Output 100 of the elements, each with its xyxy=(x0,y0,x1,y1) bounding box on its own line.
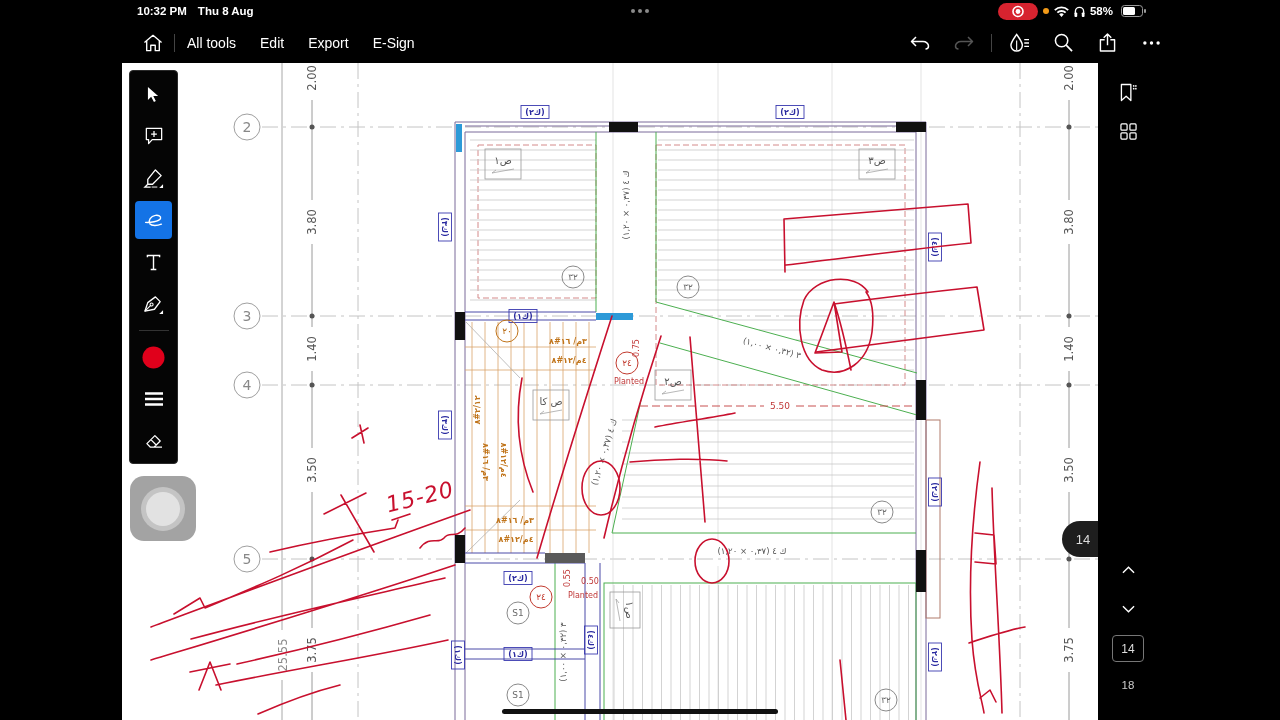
beam-label: (ك١) xyxy=(503,647,533,661)
home-icon xyxy=(143,33,163,52)
dimension-label: 1.40 xyxy=(305,336,319,362)
grid-bubble: 3 xyxy=(233,302,261,330)
eraser-icon xyxy=(144,433,163,449)
multitasking-dots-icon[interactable] xyxy=(631,9,649,13)
slab-label: ص٢ xyxy=(654,369,692,401)
dimension-label: 3.80 xyxy=(1062,209,1076,235)
panel-number: ٣٢ xyxy=(561,265,585,289)
status-date: Thu 8 Aug xyxy=(197,5,254,17)
add-comment-icon xyxy=(144,127,163,145)
rebar-note: ٤م/١٢#٨ xyxy=(551,355,587,365)
grid-bubble: 4 xyxy=(233,371,261,399)
dimension-label: 3.50 xyxy=(305,457,319,483)
dimension-label: 2.00 xyxy=(305,65,319,91)
slab-label: ص كا xyxy=(532,389,570,421)
dimension-label: 3.80 xyxy=(305,209,319,235)
beam-label: (ك٣) xyxy=(438,410,452,440)
beam-size-label: ك ٤ (٠,٣٧ × ١,٢٠) xyxy=(621,170,631,240)
panel-number: ٣٢ xyxy=(676,275,700,299)
panel-number: ٣٢ xyxy=(874,688,898,712)
chevron-up-icon xyxy=(1121,566,1135,574)
span-dimension: 5.50 xyxy=(770,401,790,411)
search-icon xyxy=(1053,33,1073,52)
beam-label: (ك١) xyxy=(508,309,538,323)
beam-label: (ك١) xyxy=(451,640,465,670)
handwritten-note: 15-20 xyxy=(383,476,457,518)
status-time: 10:32 PM xyxy=(137,5,187,17)
rebar-note: ٢/١٢#٨ xyxy=(472,395,482,425)
highlighter-icon xyxy=(143,167,164,189)
more-icon xyxy=(1142,40,1160,45)
panel-number: S1 xyxy=(506,683,530,707)
rebar-note: ٣م/ ١٦#٨ xyxy=(496,515,534,525)
chevron-down-icon xyxy=(1121,605,1135,613)
beam-label: (ك٤) xyxy=(928,232,942,262)
slab-label: ص١ xyxy=(484,148,522,180)
column xyxy=(896,122,926,132)
rebar-note: ٣م/ ١٦#٨ xyxy=(549,336,587,346)
small-note: 0.50 xyxy=(581,576,599,586)
slab-label: ص٣ xyxy=(858,148,896,180)
battery-percentage: 58% xyxy=(1089,5,1113,17)
beam-label: (ك٢) xyxy=(503,571,533,585)
small-note: 0.75 xyxy=(631,339,641,357)
bookmark-icon xyxy=(1119,82,1137,102)
beam-label: (ك٣) xyxy=(438,212,452,242)
line-weight-icon xyxy=(144,392,163,406)
beam-label: (ك٢) xyxy=(928,477,942,507)
beam-size-label: ٣ (٠,٣٢ × ١,٠٠) xyxy=(742,335,802,361)
ink-line xyxy=(839,659,847,720)
ink-triangle xyxy=(814,301,852,371)
grid-bubble: 2 xyxy=(233,113,261,141)
wifi-icon xyxy=(1053,5,1069,17)
pointer-icon xyxy=(147,85,160,103)
text-tool-icon xyxy=(146,253,161,271)
slab-label: ص١ xyxy=(609,591,641,629)
page-number-field[interactable]: 14 xyxy=(1112,635,1144,662)
dimension-label: 3.75 xyxy=(305,637,319,663)
grid-icon xyxy=(1119,122,1137,140)
grid-bubble: 5 xyxy=(233,545,261,573)
e-sign-button[interactable]: E-Sign xyxy=(372,30,415,55)
rebar-note: ٣م/ ١٦#٨ xyxy=(480,443,490,481)
rebar-note: ٤م/١٢#٨ xyxy=(498,442,508,478)
dimension-label: 3.50 xyxy=(1062,457,1076,483)
dimension-label: 2.00 xyxy=(1062,65,1076,91)
beam-size-label: ٣ (٠,٣٢ × ١,٠٠) xyxy=(558,622,568,682)
beam-label: (ك٤) xyxy=(584,625,598,655)
dimension-label: 3.75 xyxy=(1062,637,1076,663)
pen-nib-icon xyxy=(143,293,164,315)
dimension-label: 25.55 xyxy=(276,638,290,672)
rebar-note: ٤م/١٢#٨ xyxy=(498,534,534,544)
column xyxy=(609,122,638,132)
column xyxy=(916,550,926,592)
edit-button[interactable]: Edit xyxy=(260,30,285,55)
total-pages: 18 xyxy=(1121,679,1135,691)
headphones-icon xyxy=(1073,5,1085,17)
screen-recording-icon[interactable] xyxy=(997,2,1038,20)
panel-number: ٢٠ xyxy=(495,319,519,343)
window-opening xyxy=(596,313,633,320)
droplet-lines-icon xyxy=(1008,33,1030,52)
draw-tool-button[interactable] xyxy=(135,201,172,239)
dimension-label: 1.40 xyxy=(1062,336,1076,362)
beam-label: (ك٢) xyxy=(775,105,805,119)
export-button[interactable]: Export xyxy=(308,30,349,55)
share-icon xyxy=(1098,33,1116,52)
panel-number: ٣٢ xyxy=(870,500,894,524)
redo-icon xyxy=(954,35,974,50)
column xyxy=(455,312,465,340)
column xyxy=(455,535,465,563)
undo-icon xyxy=(910,35,930,50)
all-tools-button[interactable]: All tools xyxy=(187,30,237,55)
column xyxy=(916,380,926,420)
panel-number: S1 xyxy=(506,601,530,625)
beam-label: (ك٢) xyxy=(520,105,550,119)
panel-number: ٢٤ xyxy=(529,585,553,609)
small-note: Planted xyxy=(613,376,645,386)
beam-label: (ك٢) xyxy=(928,642,942,672)
small-note: Planted xyxy=(567,590,599,600)
freehand-loop-icon xyxy=(144,213,163,227)
window-opening xyxy=(456,124,462,152)
privacy-indicator-dot-icon xyxy=(1042,8,1049,14)
